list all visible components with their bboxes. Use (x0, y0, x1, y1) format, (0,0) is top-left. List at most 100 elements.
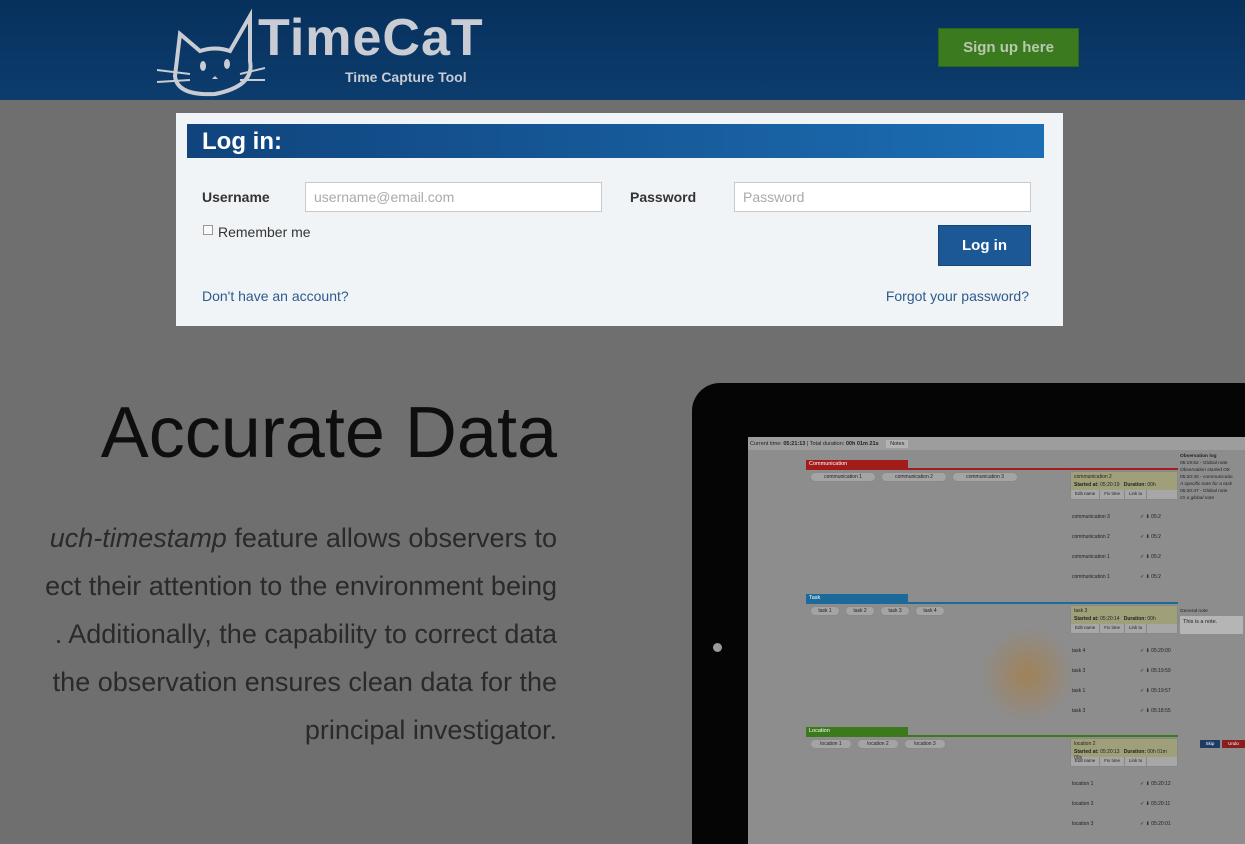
hero-line: uch-timestamp feature allows observers t… (0, 514, 557, 562)
card-button: Fix time (1100, 490, 1126, 499)
history-name: communication 1 (1072, 573, 1110, 580)
hero-line: . Additionally, the capability to correc… (0, 610, 557, 658)
hero-description: uch-timestamp feature allows observers t… (0, 514, 557, 754)
hero-line-text: principal investigator. (304, 715, 557, 745)
hero-line-text: feature allows observers to (226, 523, 557, 553)
history-time: 05:2 (1151, 573, 1161, 580)
duration-value: 00h (1147, 482, 1156, 488)
check-icon: ✓ ⬇ (1140, 667, 1150, 674)
history-name: task 3 (1072, 707, 1086, 714)
history-time: 05:19:57 (1151, 687, 1171, 694)
history-name: location 3 (1072, 820, 1094, 827)
section-title: Task (806, 594, 908, 602)
card-button: Edit name (1071, 624, 1101, 633)
card-buttons: Edit name Fix time Link to (1071, 490, 1177, 499)
card-button: Link to (1125, 624, 1148, 633)
card-status: Started at: 05:20:19 Duration: 00h (1071, 482, 1177, 490)
history-row: location 1 ✓ ⬇ 05:20:12 (1070, 775, 1178, 792)
remember-me-checkbox[interactable] (203, 225, 213, 235)
history-row: task 3 ✓ ⬇ 05:19:59 (1070, 662, 1178, 679)
tablet-topbar: Current time: 05:21:13 | Total duration:… (748, 437, 1245, 450)
card-status: Started at: 05:20:13 Duration: 00h 01m 0… (1071, 749, 1177, 761)
history-row: communication 1 ✓ ⬇ 05:2 (1070, 568, 1178, 585)
activity-chip: location 3 (904, 739, 946, 749)
password-input[interactable] (734, 182, 1031, 212)
forgot-password-link[interactable]: Forgot your password? (886, 288, 1029, 304)
activity-chip: task 3 (880, 606, 910, 616)
obs-log-entry: Observation started OK (1180, 468, 1231, 473)
duration-label: Duration: (1123, 749, 1146, 755)
history-name: communication 3 (1072, 513, 1110, 520)
activity-chip: communication 1 (810, 472, 876, 482)
obs-log-entry: Or a global note (1180, 496, 1215, 501)
history-time: 05:2 (1151, 553, 1161, 560)
remember-me-label[interactable]: Remember me (218, 224, 311, 240)
activity-chip: communication 2 (881, 472, 947, 482)
active-activity-card: task 3 Started at: 05:20:14 Duration: 00… (1070, 605, 1178, 634)
history-name: task 1 (1072, 687, 1086, 694)
history-time: 05:20:01 (1151, 820, 1171, 827)
history-name: communication 1 (1072, 553, 1110, 560)
current-time-value: 05:21:13 (783, 441, 806, 447)
card-status: Started at: 05:20:14 Duration: 00h (1071, 616, 1177, 624)
undo-button: Undo (1222, 740, 1245, 748)
cat-logo-icon (156, 8, 265, 97)
active-activity-card: location 2 Started at: 05:20:13 Duration… (1070, 738, 1178, 767)
skip-button: Skip (1200, 740, 1220, 748)
history-row: task 3 ✓ ⬇ 05:18:55 (1070, 702, 1178, 719)
duration-label: Duration: (1123, 616, 1146, 622)
tablet-screen: Current time: 05:21:13 | Total duration:… (748, 437, 1245, 844)
sign-up-button[interactable]: Sign up here (938, 28, 1079, 67)
obs-log-entry: 05:20:47 - Global note (1180, 489, 1228, 494)
card-button: Link to (1125, 490, 1148, 499)
activity-chip: task 1 (810, 606, 840, 616)
card-button: Link to (1125, 757, 1148, 766)
activity-chip: location 1 (810, 739, 852, 749)
card-button: Edit name (1071, 757, 1101, 766)
general-note: General note This is a note. (1178, 607, 1245, 636)
general-note-title: General note (1180, 609, 1208, 614)
total-duration-value: 00h 01m 21s (845, 441, 879, 447)
screen-glare (980, 627, 1075, 722)
hero-line-text: ect their attention to the environment b… (45, 571, 557, 601)
duration-value: 00h (1147, 616, 1156, 622)
history-row: task 1 ✓ ⬇ 05:19:57 (1070, 682, 1178, 699)
history-row: communication 1 ✓ ⬇ 05:2 (1070, 548, 1178, 565)
obs-log-entry: 05:19:52 - Global note (1180, 461, 1228, 466)
history-row: communication 2 ✓ ⬇ 05:2 (1070, 528, 1178, 545)
no-account-link[interactable]: Don't have an account? (202, 288, 349, 304)
history-time: 05:20:11 (1151, 800, 1171, 807)
history-time: 05:2 (1151, 513, 1161, 520)
hero-headline: Accurate Data (100, 393, 557, 473)
hero-line-text: the observation ensures clean data for t… (52, 667, 557, 697)
history-row: task 4 ✓ ⬇ 05:20:00 (1070, 642, 1178, 659)
login-title: Log in: (187, 124, 1044, 158)
section-divider (806, 735, 1178, 737)
total-duration-label: Total duration: (809, 441, 845, 447)
check-icon: ✓ ⬇ (1140, 820, 1150, 827)
check-icon: ✓ ⬇ (1140, 687, 1150, 694)
check-icon: ✓ ⬇ (1140, 707, 1150, 714)
active-activity-card: communication 2 Started at: 05:20:19 Dur… (1070, 471, 1178, 500)
username-label: Username (202, 189, 270, 205)
login-button[interactable]: Log in (938, 225, 1031, 266)
history-name: location 3 (1072, 800, 1094, 807)
hero-line: the observation ensures clean data for t… (0, 658, 557, 706)
obs-log-entry: A specific note for a task (1180, 482, 1233, 487)
duration-label: Duration: (1123, 482, 1146, 488)
history-name: location 1 (1072, 780, 1094, 787)
check-icon: ✓ ⬇ (1140, 553, 1150, 560)
password-label: Password (630, 189, 697, 205)
started-label: Started at: (1074, 482, 1099, 488)
history-row: location 3 ✓ ⬇ 05:20:01 (1070, 815, 1178, 832)
section-divider (806, 468, 1178, 470)
current-time-label: Current time: (750, 441, 782, 447)
card-title: location 2 (1074, 741, 1096, 747)
username-input[interactable] (305, 182, 602, 212)
hero-line-text: . Additionally, the capability to correc… (54, 619, 557, 649)
site-header: TimeCaT Time Capture Tool Sign up here (0, 0, 1245, 100)
check-icon: ✓ ⬇ (1140, 800, 1150, 807)
section-title: Location (806, 727, 908, 735)
activity-chip: location 2 (857, 739, 899, 749)
card-buttons: Edit name Fix time Link to (1071, 624, 1177, 633)
